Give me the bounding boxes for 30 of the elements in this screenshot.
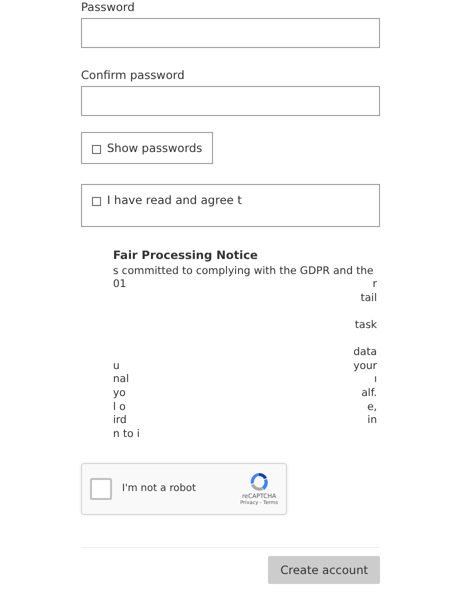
captcha-checkbox[interactable] (90, 478, 112, 500)
notice-title: Fair Processing Notice (113, 249, 259, 263)
notice-text: task (354, 318, 377, 333)
notice-text: ird (113, 414, 127, 428)
notice-text: 01 (113, 278, 126, 292)
password-field[interactable] (81, 86, 380, 116)
notice-text: nal (113, 373, 130, 387)
recaptcha-logo-icon (248, 471, 270, 494)
notice-text: u (113, 360, 120, 374)
notice-text: r (372, 278, 377, 292)
captcha-label: I'm not a robot (122, 483, 196, 494)
password-field[interactable] (81, 18, 380, 48)
notice-text: ı (374, 373, 377, 387)
notice-text: your (353, 360, 377, 374)
notice-text: l o (113, 400, 126, 414)
notice-text: data (353, 346, 377, 360)
create-account-button[interactable]: Create account (268, 556, 380, 584)
agree-label: I have read and agree t (107, 193, 242, 207)
notice-text: s committed to complying with the GDPR and the (113, 264, 374, 278)
checkbox[interactable] (92, 145, 101, 154)
field-label: Password (81, 0, 136, 14)
notice-text: yo (113, 386, 126, 401)
notice-text: tail (360, 292, 377, 306)
notice-text: n to i (113, 428, 140, 442)
notice-text: in (367, 414, 377, 428)
field-label: Confirm password (81, 68, 186, 82)
notice-text: alf. (361, 386, 377, 401)
show-passwords-toggle[interactable]: Show passwords (81, 132, 214, 164)
checkbox[interactable] (92, 197, 101, 206)
notice-text: e, (367, 400, 377, 414)
